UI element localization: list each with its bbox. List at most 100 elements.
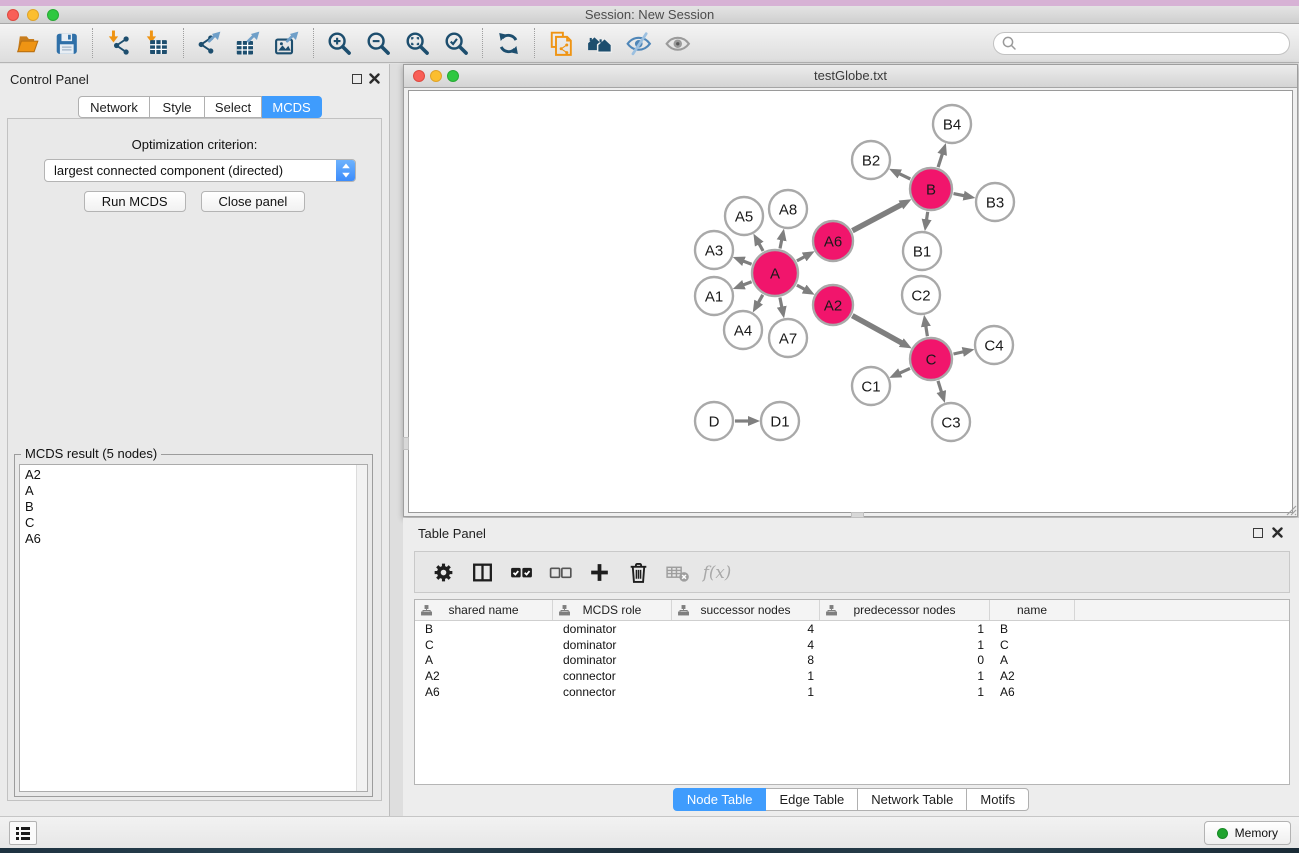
tab-motifs[interactable]: Motifs: [967, 788, 1029, 811]
graph-edge-A-A8[interactable]: [780, 238, 782, 248]
graph-edge-C-C1[interactable]: [898, 368, 910, 373]
graph-node-B4[interactable]: B4: [933, 105, 971, 143]
search-input[interactable]: [1018, 36, 1289, 50]
export-network-icon[interactable]: [190, 26, 229, 60]
import-network-icon[interactable]: [99, 26, 138, 60]
table-row[interactable]: Adominator80A: [415, 653, 1289, 669]
copy-network-document-icon[interactable]: [541, 26, 580, 60]
graph-node-C1[interactable]: C1: [852, 367, 890, 405]
tab-style[interactable]: Style: [150, 96, 205, 118]
close-panel-icon[interactable]: [369, 73, 380, 84]
graph-node-D1[interactable]: D1: [761, 402, 799, 440]
column-header-successor-nodes[interactable]: successor nodes: [672, 600, 820, 620]
tab-select[interactable]: Select: [205, 96, 262, 118]
graph-node-C3[interactable]: C3: [932, 403, 970, 441]
graph-edge-C-C3[interactable]: [938, 381, 942, 394]
zoom-fit-icon[interactable]: [398, 26, 437, 60]
mcds-result-item[interactable]: C: [25, 515, 367, 531]
graph-node-A4[interactable]: A4: [724, 311, 762, 349]
network-canvas[interactable]: AA1A2A3A4A5A6A7A8BB1B2B3B4CC1C2C3C4DD1: [408, 90, 1293, 513]
add-row-plus-icon[interactable]: [580, 554, 619, 590]
mcds-result-item[interactable]: A2: [25, 467, 367, 483]
network-close-button[interactable]: [413, 70, 425, 82]
column-header-shared-name[interactable]: shared name: [415, 600, 553, 620]
import-table-icon[interactable]: [138, 26, 177, 60]
delete-trash-icon[interactable]: [619, 554, 658, 590]
table-row[interactable]: Bdominator41B: [415, 621, 1289, 637]
graph-edge-A-A4[interactable]: [758, 295, 763, 304]
graph-edge-A-A1[interactable]: [742, 282, 752, 286]
export-table-icon[interactable]: [229, 26, 268, 60]
tab-network-table[interactable]: Network Table: [858, 788, 967, 811]
column-header-predecessor-nodes[interactable]: predecessor nodes: [820, 600, 990, 620]
zoom-selected-icon[interactable]: [437, 26, 476, 60]
graph-edge-C-C4[interactable]: [954, 352, 965, 355]
select-all-checks-icon[interactable]: [502, 554, 541, 590]
deselect-all-checks-icon[interactable]: [541, 554, 580, 590]
graph-node-A6[interactable]: A6: [813, 221, 853, 261]
mcds-result-item[interactable]: B: [25, 499, 367, 515]
tab-mcds[interactable]: MCDS: [262, 96, 322, 118]
result-list-scrollbar[interactable]: [356, 465, 367, 791]
graph-edge-A6-B[interactable]: [852, 204, 902, 231]
mcds-result-item[interactable]: A: [25, 483, 367, 499]
graph-node-A3[interactable]: A3: [695, 231, 733, 269]
graph-node-B3[interactable]: B3: [976, 183, 1014, 221]
graph-edge-A-A6[interactable]: [797, 256, 806, 261]
minimize-window-button[interactable]: [27, 9, 39, 21]
graph-edge-B-B1[interactable]: [926, 212, 927, 222]
graph-node-C2[interactable]: C2: [902, 276, 940, 314]
graph-edge-B-B4[interactable]: [938, 153, 943, 168]
graph-edge-A-A7[interactable]: [780, 298, 782, 309]
export-image-icon[interactable]: [268, 26, 307, 60]
zoom-out-icon[interactable]: [359, 26, 398, 60]
graph-node-A7[interactable]: A7: [769, 319, 807, 357]
graph-edge-A-A2[interactable]: [797, 285, 806, 290]
tab-network[interactable]: Network: [78, 96, 150, 118]
zoom-in-icon[interactable]: [320, 26, 359, 60]
network-minimize-button[interactable]: [430, 70, 442, 82]
eye-slash-icon[interactable]: [619, 26, 658, 60]
column-header-name[interactable]: name: [990, 600, 1075, 620]
float-panel-icon[interactable]: [352, 74, 362, 84]
vertical-scroll-thumb[interactable]: [403, 437, 409, 450]
graph-edge-A2-C[interactable]: [852, 316, 903, 344]
dropdown-stepper-icon[interactable]: [336, 160, 355, 181]
criterion-dropdown[interactable]: largest connected component (directed): [44, 159, 356, 182]
network-maximize-button[interactable]: [447, 70, 459, 82]
graph-edge-C-C2[interactable]: [926, 325, 928, 337]
save-session-icon[interactable]: [47, 26, 86, 60]
gear-icon[interactable]: [424, 554, 463, 590]
home-houses-icon[interactable]: [580, 26, 619, 60]
resize-grip-icon[interactable]: [1284, 503, 1297, 516]
split-columns-icon[interactable]: [463, 554, 502, 590]
memory-button[interactable]: Memory: [1204, 821, 1291, 845]
close-panel-button[interactable]: Close panel: [201, 191, 306, 212]
run-mcds-button[interactable]: Run MCDS: [84, 191, 186, 212]
close-table-panel-icon[interactable]: [1272, 527, 1283, 538]
graph-edge-A-A3[interactable]: [742, 261, 752, 265]
graph-node-B[interactable]: B: [910, 168, 952, 210]
graph-node-A8[interactable]: A8: [769, 190, 807, 228]
task-history-button[interactable]: [9, 821, 37, 845]
column-header-mcds-role[interactable]: MCDS role: [553, 600, 672, 620]
table-row[interactable]: A6connector11A6: [415, 684, 1289, 700]
graph-node-D[interactable]: D: [695, 402, 733, 440]
graph-node-C4[interactable]: C4: [975, 326, 1013, 364]
graph-node-A1[interactable]: A1: [695, 277, 733, 315]
graph-node-A5[interactable]: A5: [725, 197, 763, 235]
table-row[interactable]: Cdominator41C: [415, 637, 1289, 653]
graph-node-A2[interactable]: A2: [813, 285, 853, 325]
graph-node-C[interactable]: C: [910, 338, 952, 380]
tab-node-table[interactable]: Node Table: [673, 788, 767, 811]
tab-edge-table[interactable]: Edge Table: [766, 788, 858, 811]
close-window-button[interactable]: [7, 9, 19, 21]
graph-node-B2[interactable]: B2: [852, 141, 890, 179]
graph-edge-A-A5[interactable]: [758, 242, 763, 251]
refresh-layout-icon[interactable]: [489, 26, 528, 60]
mcds-result-item[interactable]: A6: [25, 531, 367, 547]
graph-edge-B-B2[interactable]: [898, 173, 910, 179]
maximize-window-button[interactable]: [47, 9, 59, 21]
float-table-panel-icon[interactable]: [1253, 528, 1263, 538]
graph-node-B1[interactable]: B1: [903, 232, 941, 270]
